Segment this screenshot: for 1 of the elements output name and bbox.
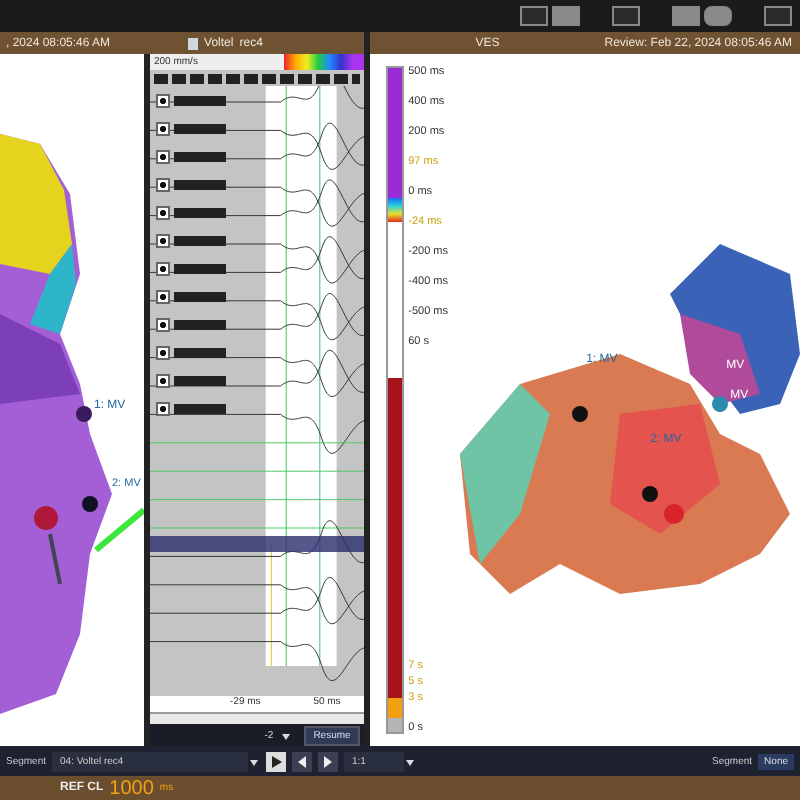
ref-cl-value: 1000 xyxy=(109,777,154,799)
